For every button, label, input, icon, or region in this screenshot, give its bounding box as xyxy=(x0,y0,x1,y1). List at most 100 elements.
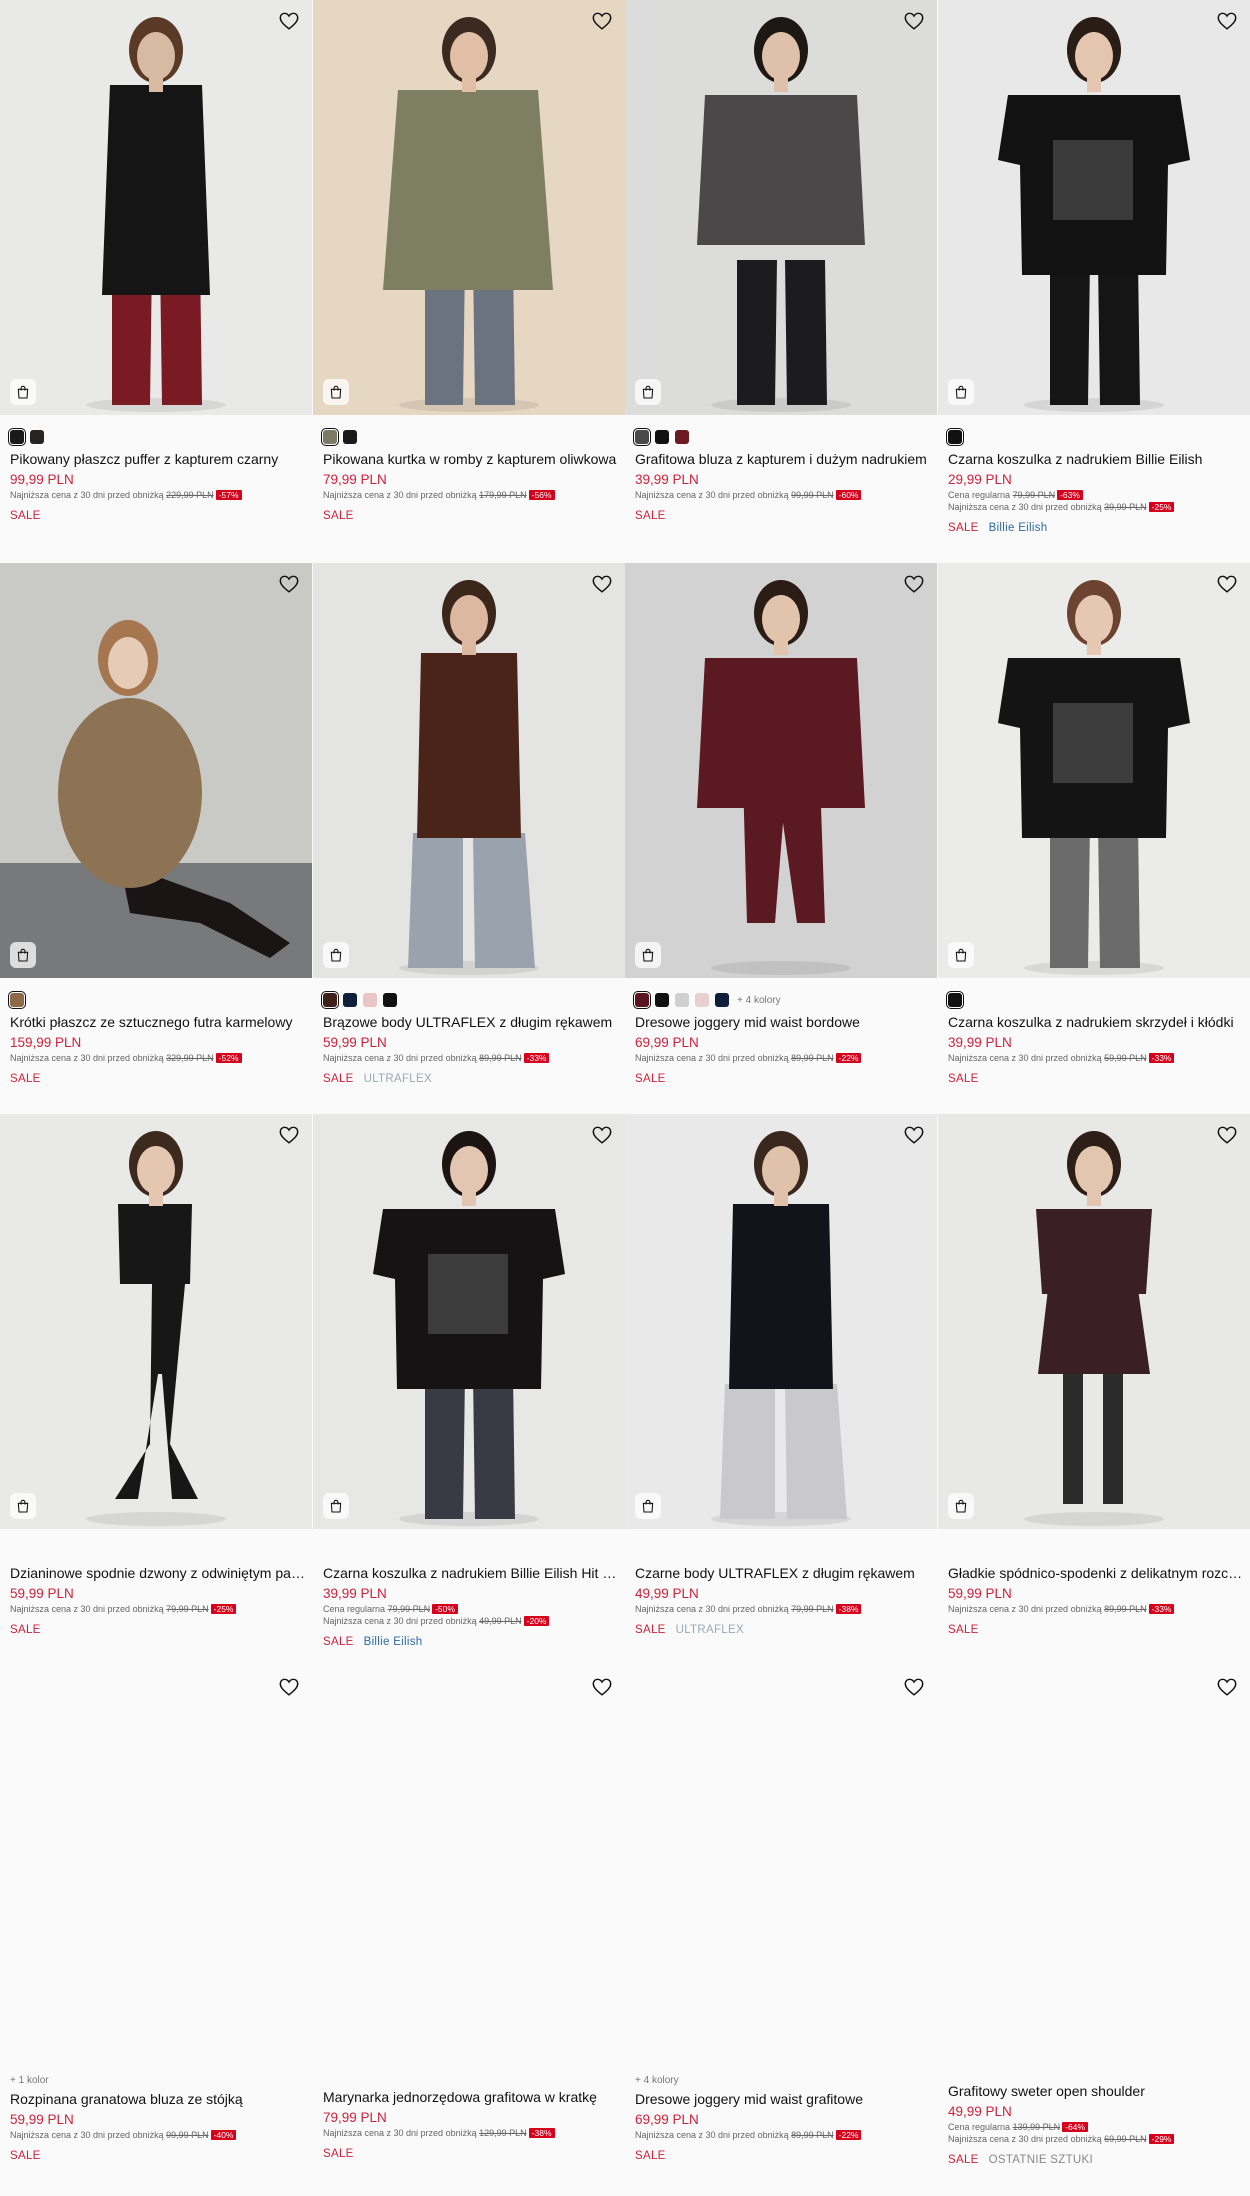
product-image[interactable] xyxy=(0,1114,312,1529)
wishlist-heart-icon[interactable] xyxy=(903,1676,927,1700)
color-swatch[interactable] xyxy=(343,993,357,1007)
color-swatch[interactable] xyxy=(695,993,709,1007)
product-card[interactable]: + 4 kolory Dresowe joggery mid waist bord… xyxy=(625,563,937,1113)
product-name[interactable]: Rozpinana granatowa bluza ze stójką xyxy=(10,2090,306,2108)
product-name[interactable]: Czarna koszulka z nadrukiem skrzydeł i k… xyxy=(948,1013,1244,1031)
product-name[interactable]: Czarne body ULTRAFLEX z długim rękawem xyxy=(635,1564,931,1582)
wishlist-heart-icon[interactable] xyxy=(1216,1676,1240,1700)
product-card[interactable]: Brązowe body ULTRAFLEX z długim rękawem 5… xyxy=(313,563,625,1113)
sale-tag[interactable]: SALE xyxy=(635,510,666,522)
product-image[interactable] xyxy=(625,1666,937,2081)
color-swatch[interactable] xyxy=(633,991,651,1009)
product-card[interactable]: + 4 kolory Dresowe joggery mid waist graf… xyxy=(625,1666,937,2196)
sale-tag[interactable]: SALE xyxy=(10,1073,41,1085)
product-image[interactable] xyxy=(0,563,312,978)
sale-tag[interactable]: SALE xyxy=(323,2148,354,2160)
quick-add-bag-icon[interactable] xyxy=(323,942,349,968)
brand-tag[interactable]: ULTRAFLEX xyxy=(364,1073,432,1085)
sale-tag[interactable]: SALE xyxy=(10,2150,41,2162)
product-card[interactable]: Pikowana kurtka w romby z kapturem oliwk… xyxy=(313,0,625,550)
product-card[interactable]: Czarna koszulka z nadrukiem skrzydeł i k… xyxy=(938,563,1250,1113)
product-card[interactable]: Czarna koszulka z nadrukiem Billie Eilis… xyxy=(313,1114,625,1664)
color-swatch[interactable] xyxy=(30,430,44,444)
wishlist-heart-icon[interactable] xyxy=(278,10,302,34)
sale-tag[interactable]: SALE xyxy=(10,510,41,522)
sale-tag[interactable]: SALE xyxy=(323,1636,354,1648)
sale-tag[interactable]: SALE xyxy=(10,1624,41,1636)
wishlist-heart-icon[interactable] xyxy=(591,10,615,34)
product-image[interactable] xyxy=(938,563,1250,978)
color-swatch[interactable] xyxy=(946,991,964,1009)
wishlist-heart-icon[interactable] xyxy=(278,1124,302,1148)
sale-tag[interactable]: SALE xyxy=(948,1073,979,1085)
color-swatch[interactable] xyxy=(946,428,964,446)
quick-add-bag-icon[interactable] xyxy=(323,1493,349,1519)
wishlist-heart-icon[interactable] xyxy=(1216,10,1240,34)
quick-add-bag-icon[interactable] xyxy=(635,379,661,405)
product-card[interactable]: Marynarka jednorzędowa grafitowa w kratk… xyxy=(313,1666,625,2196)
sale-tag[interactable]: SALE xyxy=(323,1073,354,1085)
wishlist-heart-icon[interactable] xyxy=(278,573,302,597)
sale-tag[interactable]: SALE xyxy=(635,2150,666,2162)
product-image[interactable] xyxy=(313,1114,625,1529)
product-image[interactable] xyxy=(938,1114,1250,1529)
product-card[interactable]: Gładkie spódnico-spodenki z delikatnym r… xyxy=(938,1114,1250,1664)
product-name[interactable]: Czarna koszulka z nadrukiem Billie Eilis… xyxy=(323,1564,619,1582)
wishlist-heart-icon[interactable] xyxy=(278,1676,302,1700)
color-swatch[interactable] xyxy=(343,430,357,444)
wishlist-heart-icon[interactable] xyxy=(591,1124,615,1148)
color-swatch[interactable] xyxy=(321,991,339,1009)
product-name[interactable]: Krótki płaszcz ze sztucznego futra karme… xyxy=(10,1013,306,1031)
wishlist-heart-icon[interactable] xyxy=(591,573,615,597)
product-image[interactable] xyxy=(313,563,625,978)
color-swatch[interactable] xyxy=(675,993,689,1007)
wishlist-heart-icon[interactable] xyxy=(903,10,927,34)
wishlist-heart-icon[interactable] xyxy=(591,1676,615,1700)
product-card[interactable]: Grafitowy sweter open shoulder 49,99 PLN C… xyxy=(938,1666,1250,2196)
product-card[interactable]: Krótki płaszcz ze sztucznego futra karme… xyxy=(0,563,312,1113)
product-image[interactable] xyxy=(0,1666,312,2081)
color-swatch[interactable] xyxy=(8,991,26,1009)
product-name[interactable]: Dzianinowe spodnie dzwony z odwiniętym p… xyxy=(10,1564,306,1582)
quick-add-bag-icon[interactable] xyxy=(10,379,36,405)
product-image[interactable] xyxy=(0,0,312,415)
product-name[interactable]: Dresowe joggery mid waist grafitowe xyxy=(635,2090,931,2108)
product-image[interactable] xyxy=(625,0,937,415)
brand-tag[interactable]: ULTRAFLEX xyxy=(676,1624,744,1636)
color-swatch[interactable] xyxy=(321,428,339,446)
quick-add-bag-icon[interactable] xyxy=(948,942,974,968)
sale-tag[interactable]: SALE xyxy=(948,2154,979,2166)
product-image[interactable] xyxy=(938,1666,1250,2081)
product-image[interactable] xyxy=(625,1114,937,1529)
product-card[interactable]: + 1 kolor Rozpinana granatowa bluza ze st… xyxy=(0,1666,312,2196)
product-name[interactable]: Czarna koszulka z nadrukiem Billie Eilis… xyxy=(948,450,1244,468)
product-name[interactable]: Pikowana kurtka w romby z kapturem oliwk… xyxy=(323,450,619,468)
product-card[interactable]: Czarna koszulka z nadrukiem Billie Eilis… xyxy=(938,0,1250,550)
quick-add-bag-icon[interactable] xyxy=(10,1493,36,1519)
quick-add-bag-icon[interactable] xyxy=(323,379,349,405)
color-swatch[interactable] xyxy=(715,993,729,1007)
color-swatch[interactable] xyxy=(363,993,377,1007)
sale-tag[interactable]: SALE xyxy=(948,522,979,534)
wishlist-heart-icon[interactable] xyxy=(1216,573,1240,597)
product-card[interactable]: Grafitowa bluza z kapturem i dużym nadru… xyxy=(625,0,937,550)
product-name[interactable]: Gładkie spódnico-spodenki z delikatnym r… xyxy=(948,1564,1244,1582)
product-image[interactable] xyxy=(313,0,625,415)
sale-tag[interactable]: SALE xyxy=(323,510,354,522)
product-image[interactable] xyxy=(938,0,1250,415)
color-swatch[interactable] xyxy=(383,993,397,1007)
sale-tag[interactable]: SALE xyxy=(635,1624,666,1636)
product-name[interactable]: Dresowe joggery mid waist bordowe xyxy=(635,1013,931,1031)
product-name[interactable]: Brązowe body ULTRAFLEX z długim rękawem xyxy=(323,1013,619,1031)
brand-tag[interactable]: Billie Eilish xyxy=(364,1636,423,1648)
product-card[interactable]: Dzianinowe spodnie dzwony z odwiniętym p… xyxy=(0,1114,312,1664)
product-name[interactable]: Marynarka jednorzędowa grafitowa w kratk… xyxy=(323,2088,619,2106)
wishlist-heart-icon[interactable] xyxy=(903,573,927,597)
quick-add-bag-icon[interactable] xyxy=(635,942,661,968)
color-swatch[interactable] xyxy=(655,430,669,444)
product-name[interactable]: Grafitowy sweter open shoulder xyxy=(948,2082,1244,2100)
wishlist-heart-icon[interactable] xyxy=(903,1124,927,1148)
product-name[interactable]: Pikowany płaszcz puffer z kapturem czarn… xyxy=(10,450,306,468)
quick-add-bag-icon[interactable] xyxy=(10,942,36,968)
product-image[interactable] xyxy=(625,563,937,978)
